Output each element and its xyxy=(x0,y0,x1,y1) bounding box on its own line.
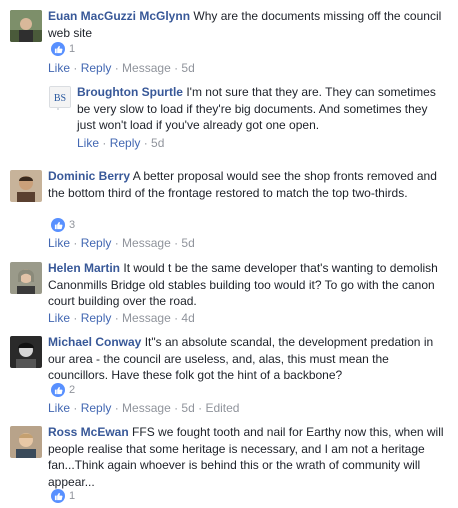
thumbs-up-icon xyxy=(51,383,65,397)
reply-author[interactable]: Broughton Spurtle xyxy=(77,85,183,99)
comment-actions: Like · Reply · Message · 5d xyxy=(48,61,195,75)
timestamp[interactable]: 5d xyxy=(151,136,164,150)
reaction-count[interactable]: 1 xyxy=(51,42,75,56)
reply-link[interactable]: Reply xyxy=(81,401,112,415)
like-link[interactable]: Like xyxy=(48,401,70,415)
avatar[interactable] xyxy=(10,336,42,368)
comment-author[interactable]: Euan MacGuzzi McGlynn xyxy=(48,9,190,23)
comment-actions: Like · Reply · Message · 5d · Edited xyxy=(48,401,240,415)
like-count: 1 xyxy=(69,43,76,55)
reply-link[interactable]: Reply xyxy=(81,236,112,250)
edited-label[interactable]: Edited xyxy=(205,401,239,415)
comment-actions: Like · Reply · Message · 4d xyxy=(48,311,195,325)
thumbs-up-icon xyxy=(51,42,65,56)
like-count: 2 xyxy=(69,384,76,396)
timestamp[interactable]: 5d xyxy=(181,236,194,250)
timestamp[interactable]: 4d xyxy=(181,311,194,325)
avatar[interactable] xyxy=(10,262,42,294)
like-link[interactable]: Like xyxy=(48,61,70,75)
reply-link[interactable]: Reply xyxy=(81,311,112,325)
like-link[interactable]: Like xyxy=(48,236,70,250)
reply-link[interactable]: Reply xyxy=(110,136,141,150)
reply-link[interactable]: Reply xyxy=(81,61,112,75)
comment-author[interactable]: Dominic Berry xyxy=(48,169,130,183)
avatar[interactable]: BS xyxy=(49,86,71,108)
timestamp[interactable]: 5d xyxy=(181,61,194,75)
thumbs-up-icon xyxy=(51,218,65,232)
message-link[interactable]: Message xyxy=(122,311,171,325)
reaction-count[interactable]: 1 xyxy=(51,489,75,503)
like-link[interactable]: Like xyxy=(77,136,99,150)
like-count: 3 xyxy=(69,219,76,231)
avatar[interactable] xyxy=(10,426,42,458)
comment-author[interactable]: Helen Martin xyxy=(48,261,120,275)
reaction-count[interactable]: 3 xyxy=(51,218,75,232)
message-link[interactable]: Message xyxy=(122,401,171,415)
comment-author[interactable]: Michael Conway xyxy=(48,335,141,349)
avatar[interactable] xyxy=(10,170,42,202)
message-link[interactable]: Message xyxy=(122,236,171,250)
svg-text:BS: BS xyxy=(54,93,66,104)
message-link[interactable]: Message xyxy=(122,61,171,75)
reply-actions: Like · Reply · 5d xyxy=(77,136,165,150)
like-link[interactable]: Like xyxy=(48,311,70,325)
reaction-count[interactable]: 2 xyxy=(51,383,75,397)
timestamp[interactable]: 5d xyxy=(181,401,194,415)
avatar[interactable] xyxy=(10,10,42,42)
comment-actions: Like · Reply · Message · 5d xyxy=(48,236,195,250)
like-count: 1 xyxy=(69,490,76,502)
thumbs-up-icon xyxy=(51,489,65,503)
comment-author[interactable]: Ross McEwan xyxy=(48,425,129,439)
